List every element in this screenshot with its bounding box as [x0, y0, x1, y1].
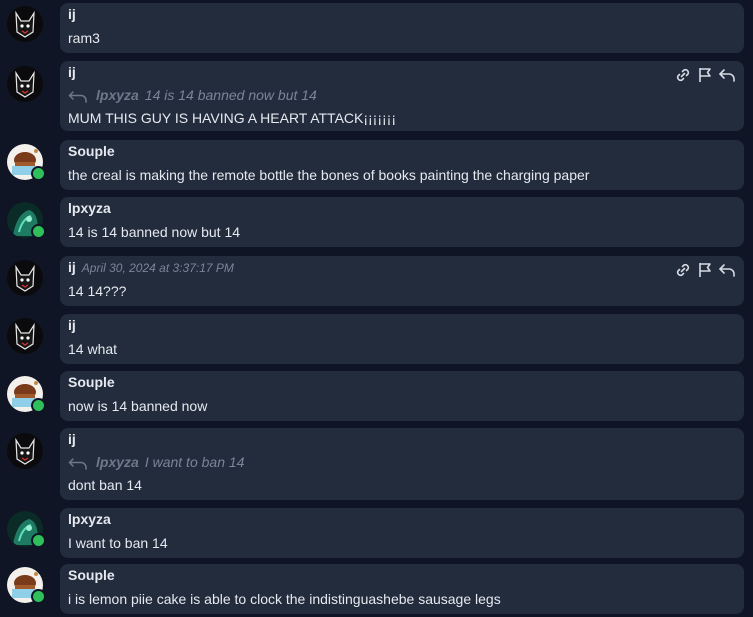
message-bubble: ij lpxyza 14 is 14 banned now but 14 MUM … [60, 61, 744, 131]
link-icon[interactable] [674, 66, 692, 84]
reply-author: lpxyza [96, 454, 139, 470]
message-timestamp: April 30, 2024 at 3:37:17 PM [81, 261, 234, 275]
message-author[interactable]: Souple [68, 143, 115, 159]
message-author[interactable]: ij [68, 431, 76, 447]
chat-message-list: ij ram3 ij lpxyza 14 is 14 banned now but… [0, 0, 753, 617]
message-author[interactable]: Souple [68, 374, 115, 390]
message-bubble: ij lpxyza I want to ban 14 dont ban 14 [60, 428, 744, 500]
message-author[interactable]: ij [68, 259, 76, 275]
online-status-badge [31, 589, 46, 604]
chat-message: ij lpxyza I want to ban 14 dont ban 14 [0, 426, 753, 506]
reply-arrow-icon [68, 458, 87, 470]
message-author-line: ij April 30, 2024 at 3:37:17 PM [68, 259, 234, 275]
message-bubble: lpxyza 14 is 14 banned now but 14 [60, 197, 744, 247]
chat-message: lpxyza 14 is 14 banned now but 14 [0, 194, 753, 252]
message-author[interactable]: ij [68, 6, 76, 22]
reply-arrow-icon [68, 91, 87, 103]
message-text: 14 what [68, 341, 118, 357]
message-author[interactable]: lpxyza [68, 200, 111, 216]
message-author[interactable]: lpxyza [68, 511, 111, 527]
message-text: 14 14??? [68, 283, 127, 299]
avatar[interactable] [7, 433, 43, 469]
reply-author: lpxyza [96, 87, 139, 103]
message-actions [674, 261, 736, 279]
message-text: ram3 [68, 30, 100, 46]
message-text: MUM THIS GUY IS HAVING A HEART ATTACK¡¡¡… [68, 110, 396, 126]
message-bubble: Souple now is 14 banned now [60, 371, 744, 421]
avatar[interactable] [7, 260, 43, 296]
flag-icon[interactable] [696, 66, 714, 84]
message-author[interactable]: Souple [68, 567, 115, 583]
message-text: dont ban 14 [68, 477, 142, 493]
message-text: now is 14 banned now [68, 398, 208, 414]
online-status-badge [31, 166, 46, 181]
online-status-badge [31, 533, 46, 548]
chat-message: ij 14 what [0, 310, 753, 368]
message-bubble: ij 14 what [60, 314, 744, 364]
avatar[interactable] [7, 66, 43, 102]
chat-message: Souple i is lemon piie cake is able to c… [0, 562, 753, 617]
message-text: i is lemon piie cake is able to clock th… [68, 591, 501, 607]
message-bubble: ij April 30, 2024 at 3:37:17 PM 14 14??? [60, 256, 744, 306]
reply-text: I want to ban 14 [144, 454, 245, 470]
link-icon[interactable] [674, 261, 692, 279]
chat-message: ij ram3 [0, 0, 753, 56]
message-text: the creal is making the remote bottle th… [68, 167, 590, 183]
avatar[interactable] [7, 511, 46, 548]
online-status-badge [31, 224, 46, 239]
message-bubble: lpxyza I want to ban 14 [60, 508, 744, 558]
reply-icon[interactable] [718, 66, 736, 84]
message-bubble: ij ram3 [60, 3, 744, 53]
chat-message: lpxyza I want to ban 14 [0, 506, 753, 562]
chat-message: Souple now is 14 banned now [0, 368, 753, 426]
avatar[interactable] [7, 144, 46, 181]
avatar[interactable] [7, 318, 43, 354]
message-actions [674, 66, 736, 84]
message-author[interactable]: ij [68, 317, 76, 333]
message-author[interactable]: ij [68, 64, 76, 80]
reply-text: 14 is 14 banned now but 14 [144, 87, 317, 103]
reply-icon[interactable] [718, 261, 736, 279]
avatar[interactable] [7, 376, 46, 413]
avatar[interactable] [7, 202, 46, 239]
message-text: 14 is 14 banned now but 14 [68, 224, 241, 240]
chat-message: ij April 30, 2024 at 3:37:17 PM 14 14??? [0, 252, 753, 310]
flag-icon[interactable] [696, 261, 714, 279]
reply-preview[interactable]: lpxyza I want to ban 14 [68, 454, 244, 470]
avatar[interactable] [7, 567, 46, 604]
chat-message: Souple the creal is making the remote bo… [0, 136, 753, 194]
message-bubble: Souple the creal is making the remote bo… [60, 140, 744, 190]
reply-preview[interactable]: lpxyza 14 is 14 banned now but 14 [68, 87, 317, 103]
avatar[interactable] [7, 6, 43, 42]
message-bubble: Souple i is lemon piie cake is able to c… [60, 564, 744, 614]
message-text: I want to ban 14 [68, 535, 168, 551]
chat-message: ij lpxyza 14 is 14 banned now but 14 MUM … [0, 56, 753, 136]
online-status-badge [31, 398, 46, 413]
